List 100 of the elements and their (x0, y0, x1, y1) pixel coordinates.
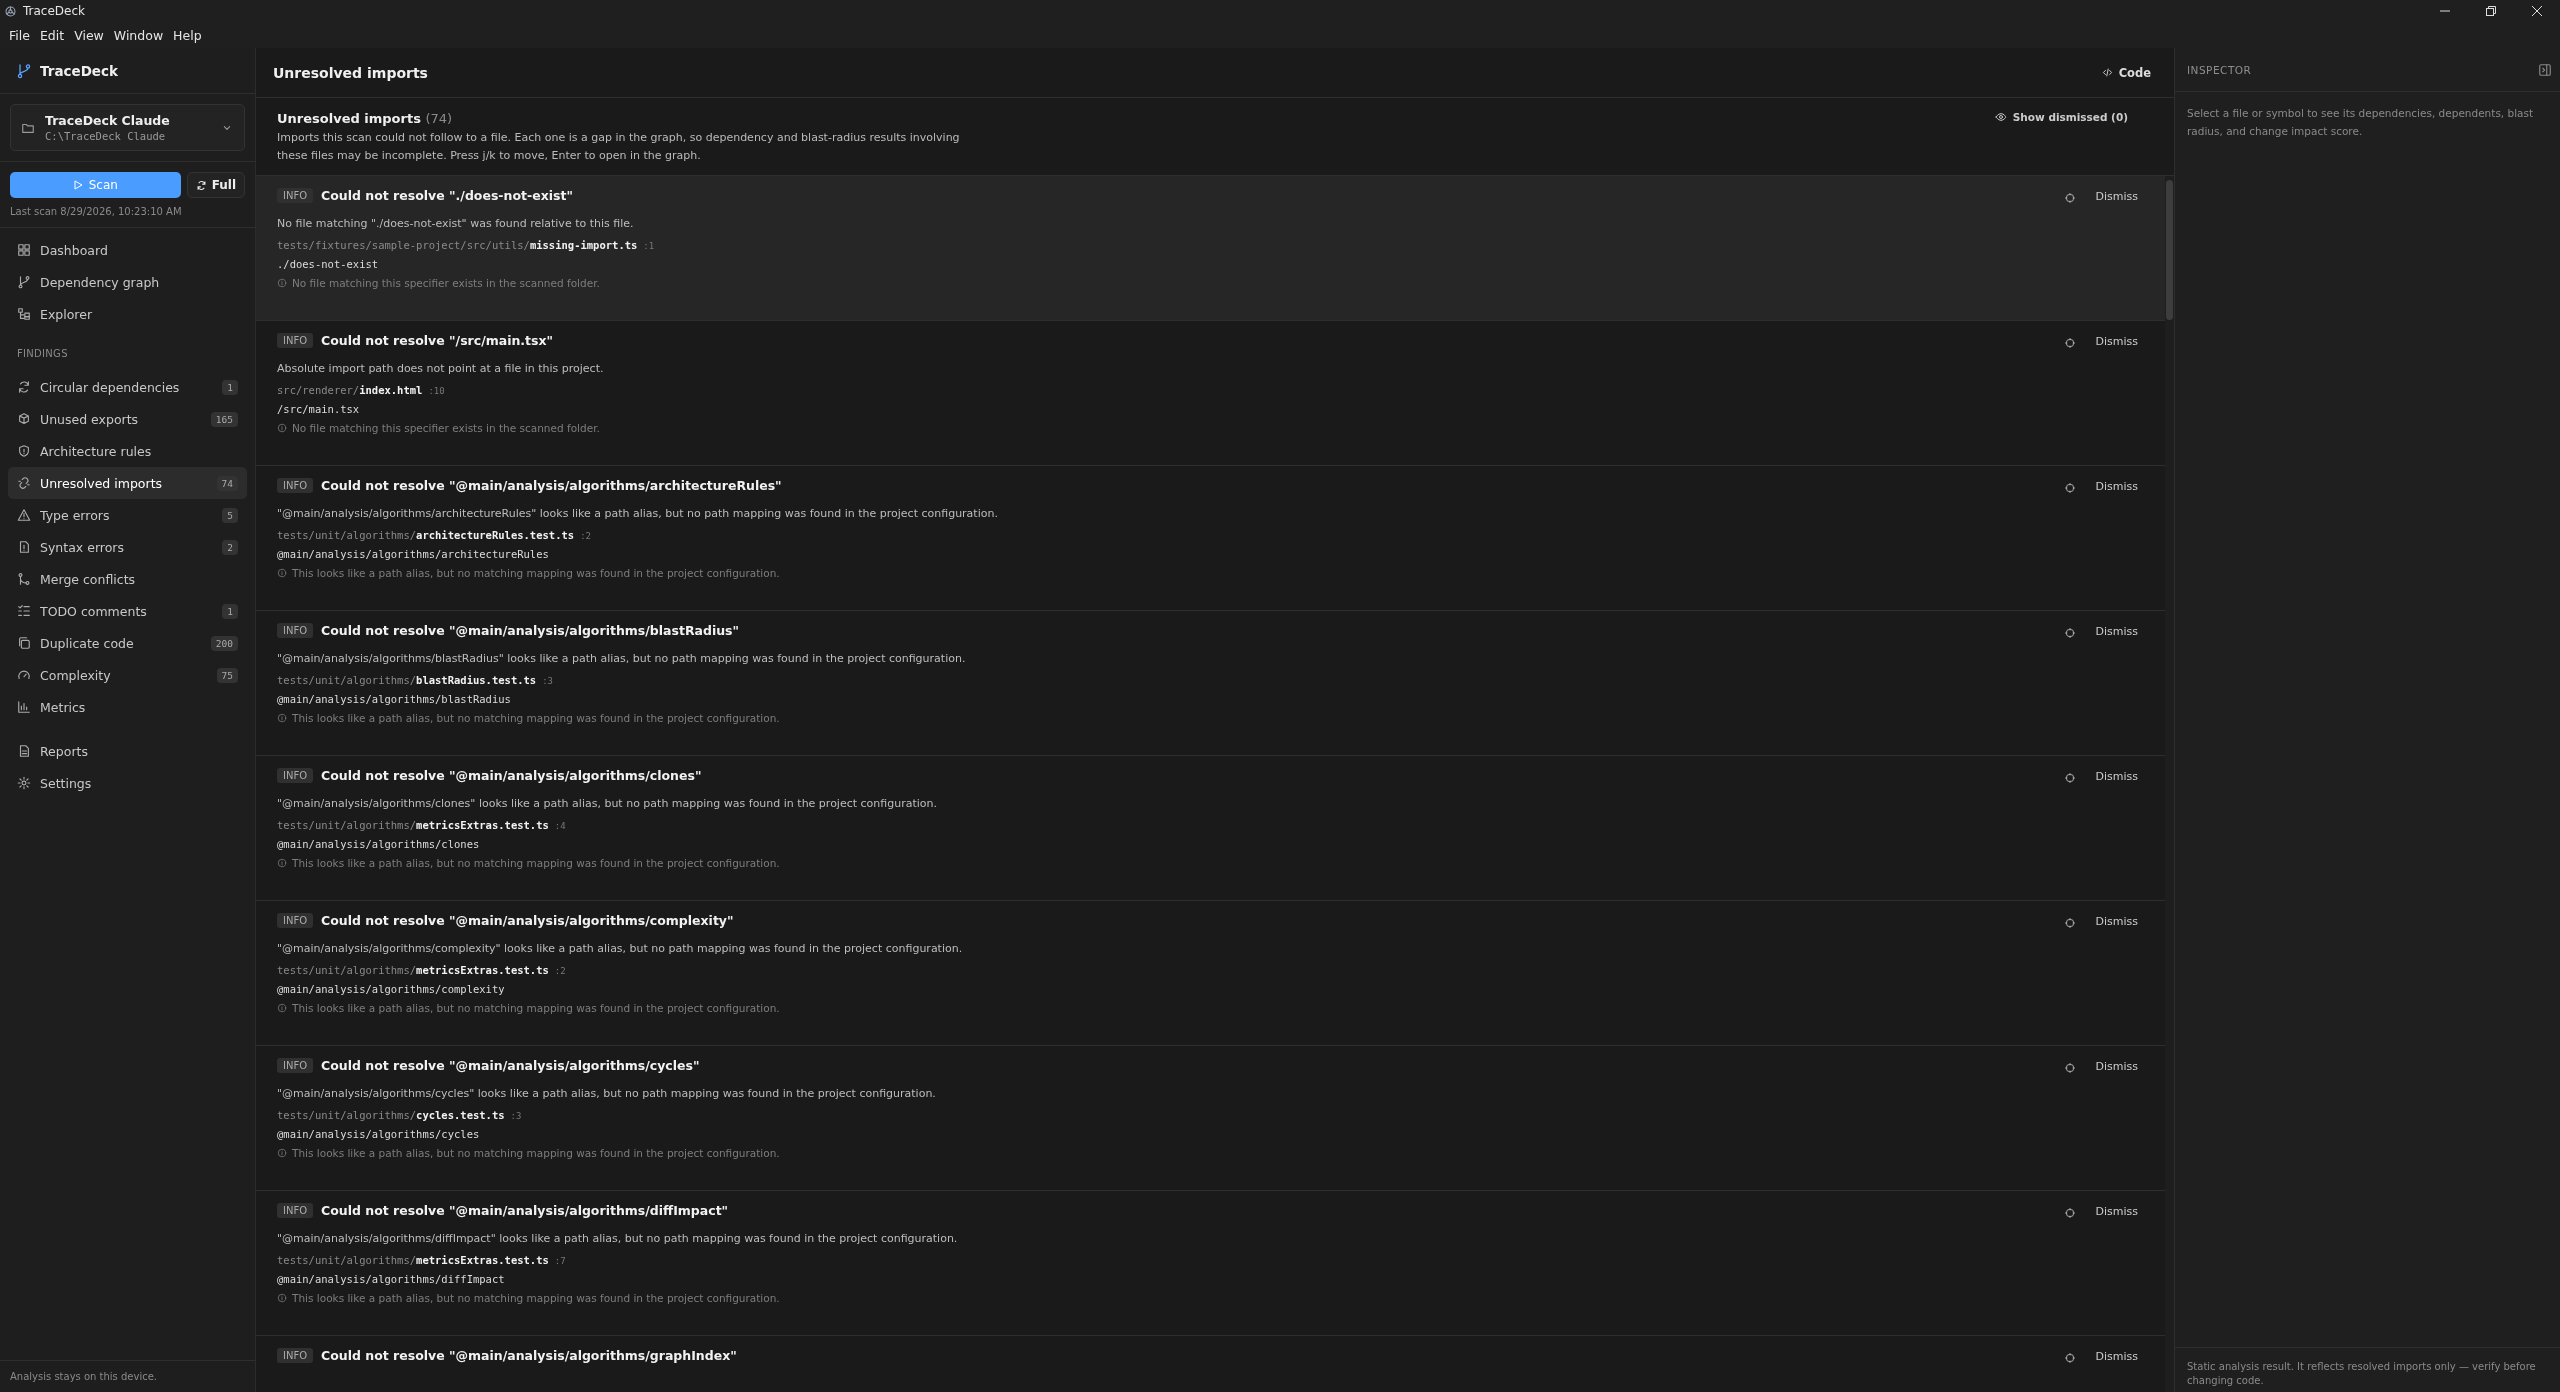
finding-description: "@main/analysis/algorithms/diffImpact" looks like a path alias, but no path mapping was found in the project configuration. (277, 1232, 959, 1245)
info-icon (277, 568, 287, 578)
finding-note: This looks like a path alias, but no matching mapping was found in the project configuration. (292, 857, 780, 869)
tree-icon (17, 307, 31, 321)
menu-item[interactable]: File (4, 25, 35, 45)
sidebar-item[interactable]: Explorer (8, 298, 247, 330)
locate-icon[interactable] (2063, 1062, 2076, 1074)
document-icon (17, 744, 31, 758)
import-specifier: @main/analysis/algorithms/blastRadius (277, 693, 512, 705)
sidebar-item[interactable]: Dashboard (8, 234, 247, 266)
finding-title: Could not resolve "@main/analysis/algorithms/blastRadius" (321, 623, 740, 638)
file-path[interactable]: tests/unit/algorithms/cycles.test.ts (277, 1109, 505, 1121)
file-path[interactable]: tests/unit/algorithms/metricsExtras.test.ts (277, 819, 549, 831)
locate-icon[interactable] (2063, 1352, 2076, 1364)
locate-icon[interactable] (2063, 482, 2076, 494)
sidebar-item[interactable]: Dependency graph (8, 266, 247, 298)
import-specifier: @main/analysis/algorithms/cycles (277, 1128, 481, 1140)
file-path[interactable]: tests/unit/algorithms/metricsExtras.test.ts (277, 964, 549, 976)
dismiss-button[interactable]: Dismiss (2095, 915, 2138, 928)
sidebar-item[interactable]: Syntax errors 2 (8, 531, 247, 563)
locate-icon[interactable] (2063, 337, 2076, 349)
sidebar-item[interactable]: Duplicate code 200 (8, 627, 247, 659)
sidebar-item[interactable]: Metrics (8, 691, 247, 723)
play-icon (72, 180, 83, 190)
dismiss-button[interactable]: Dismiss (2095, 480, 2138, 493)
locate-icon[interactable] (2063, 917, 2076, 929)
sidebar-item[interactable]: Merge conflicts (8, 563, 247, 595)
dismiss-button[interactable]: Dismiss (2095, 1350, 2138, 1363)
sidebar-item[interactable]: Circular dependencies 1 (8, 371, 247, 403)
show-dismissed-button[interactable]: Show dismissed (0) (1994, 111, 2128, 123)
finding-title: Could not resolve "@main/analysis/algorithms/clones" (321, 768, 702, 783)
warning-icon (17, 508, 31, 522)
severity-badge: INFO (277, 1203, 314, 1218)
severity-badge: INFO (277, 623, 314, 638)
info-icon (277, 713, 287, 723)
dismiss-button[interactable]: Dismiss (2095, 625, 2138, 638)
severity-badge: INFO (277, 1058, 314, 1073)
sidebar-item[interactable]: Unused exports 165 (8, 403, 247, 435)
sidebar-item[interactable]: Type errors 5 (8, 499, 247, 531)
locate-icon[interactable] (2063, 1207, 2076, 1219)
locate-icon[interactable] (2063, 627, 2076, 639)
gauge-icon (17, 668, 31, 682)
page-title: Unresolved imports (273, 64, 428, 81)
checklist-icon (17, 604, 31, 618)
eye-icon (1994, 111, 2007, 123)
privacy-note: Analysis stays on this device. (0, 1360, 255, 1392)
severity-badge: INFO (277, 913, 314, 928)
sidebar-item[interactable]: Architecture rules (8, 435, 247, 467)
dismiss-button[interactable]: Dismiss (2095, 335, 2138, 348)
branch-icon (16, 62, 32, 79)
project-selector[interactable]: TraceDeck Claude C:\TraceDeck Claude (10, 104, 245, 151)
shield-icon (17, 444, 31, 458)
cube-icon (17, 412, 31, 426)
sidebar-item[interactable]: Complexity 75 (8, 659, 247, 691)
grid-icon (17, 243, 31, 257)
refresh-icon (17, 380, 31, 394)
close-icon (2532, 6, 2542, 16)
app-logo-icon (4, 4, 17, 18)
import-specifier: /src/main.tsx (277, 403, 361, 415)
finding-note: This looks like a path alias, but no matching mapping was found in the project configuration. (292, 1292, 780, 1304)
menu-item[interactable]: View (69, 25, 109, 45)
restore-icon (2486, 6, 2496, 16)
line-number: :10 (428, 386, 445, 396)
sidebar-item[interactable]: TODO comments 1 (8, 595, 247, 627)
dismiss-button[interactable]: Dismiss (2095, 1060, 2138, 1073)
severity-badge: INFO (277, 478, 314, 493)
file-path[interactable]: src/renderer/index.html (277, 384, 423, 396)
brand-name: TraceDeck (40, 62, 118, 79)
full-scan-button[interactable]: Full (186, 172, 245, 198)
line-number: :3 (510, 1111, 522, 1121)
broken-link-icon (17, 476, 31, 490)
code-button[interactable]: Code (2095, 64, 2157, 81)
severity-badge: INFO (277, 188, 314, 203)
alert-file-icon (17, 540, 31, 554)
severity-badge: INFO (277, 1348, 314, 1363)
menu-item[interactable]: Window (108, 25, 169, 45)
import-specifier: @main/analysis/algorithms/complexity (277, 983, 506, 995)
locate-icon[interactable] (2063, 772, 2076, 784)
scrollbar-thumb[interactable] (2166, 180, 2173, 320)
inspector-disclaimer: Static analysis result. It reflects resolved imports only — verify before changing code. (2175, 1347, 2560, 1392)
file-path[interactable]: tests/unit/algorithms/metricsExtras.test.ts (277, 1254, 549, 1266)
dismiss-button[interactable]: Dismiss (2095, 1205, 2138, 1218)
locate-icon[interactable] (2063, 192, 2076, 204)
menu-item[interactable]: Help (168, 25, 207, 45)
inspector-hint: Select a file or symbol to see its dependencies, dependents, blast radius, and change impact score. (2186, 106, 2535, 139)
sidebar-item[interactable]: Unresolved imports 74 (8, 467, 247, 499)
finding-note: This looks like a path alias, but no matching mapping was found in the project configuration. (292, 1002, 780, 1014)
dismiss-button[interactable]: Dismiss (2095, 190, 2138, 203)
sidebar-item[interactable]: Reports (8, 735, 247, 767)
gear-icon (17, 776, 31, 790)
line-number: :7 (554, 1256, 566, 1266)
line-number: :2 (554, 966, 566, 976)
finding-title: Could not resolve "@main/analysis/algorithms/diffImpact" (321, 1203, 729, 1218)
dismiss-button[interactable]: Dismiss (2095, 770, 2138, 783)
file-path[interactable]: tests/fixtures/sample-project/src/utils/missing-import.ts (277, 239, 638, 251)
file-path[interactable]: tests/unit/algorithms/blastRadius.test.ts (277, 674, 537, 686)
sidebar-item[interactable]: Settings (8, 767, 247, 799)
count-badge: 165 (210, 411, 238, 427)
file-path[interactable]: tests/unit/algorithms/architectureRules.test.ts (277, 529, 575, 541)
menu-item[interactable]: Edit (34, 25, 70, 45)
